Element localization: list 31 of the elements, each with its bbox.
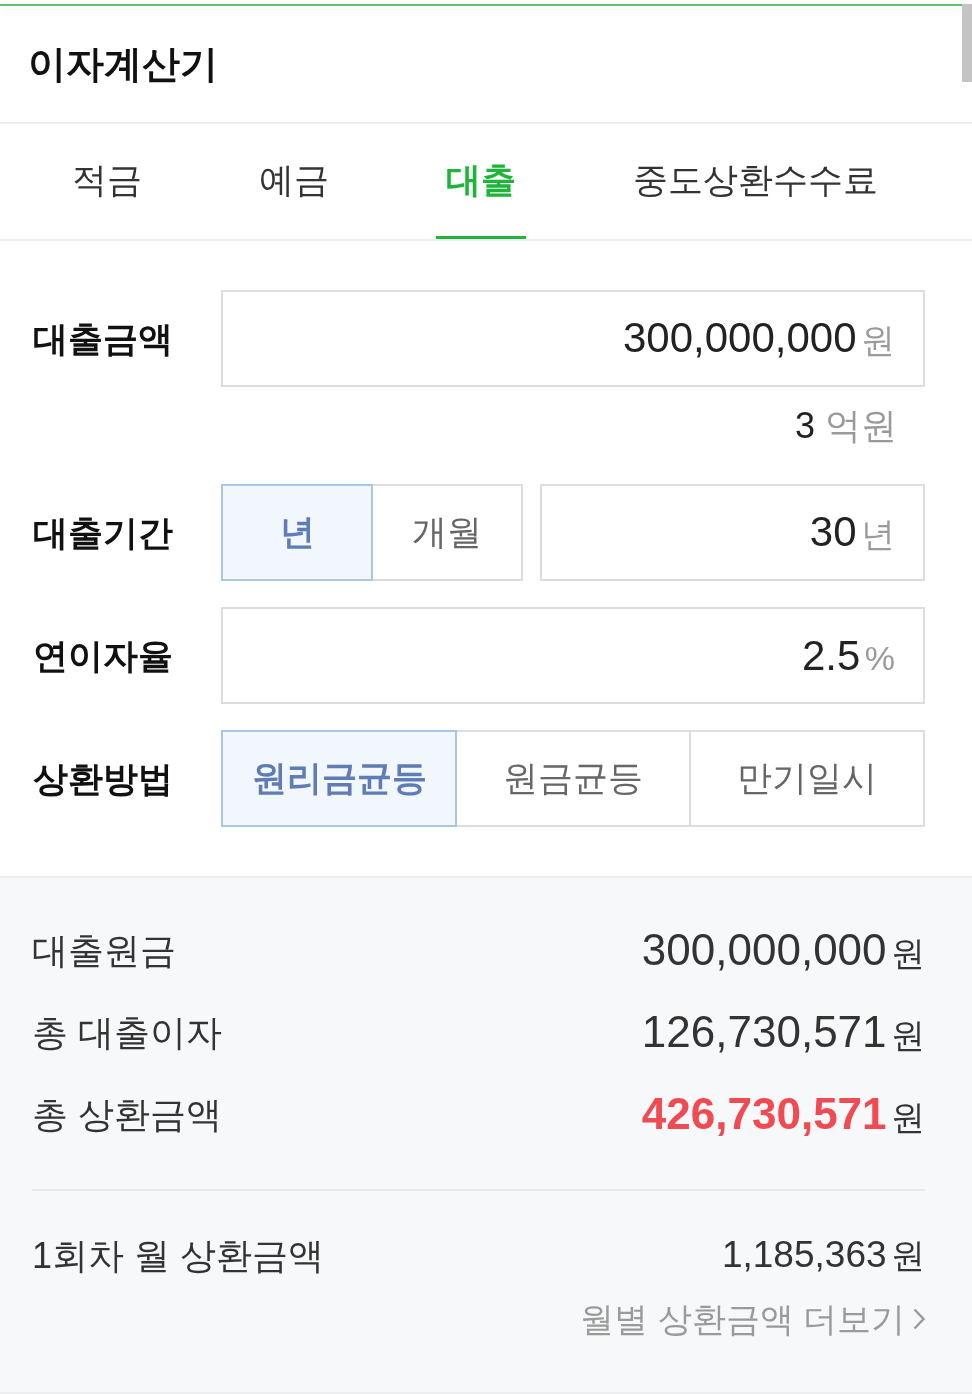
- repayment-method-option[interactable]: 원리금균등: [221, 730, 457, 827]
- field-label: 상환방법: [33, 758, 174, 800]
- result-label: 총 상환금액: [32, 1092, 222, 1137]
- scrollbar-thumb[interactable]: [962, 4, 972, 82]
- currency-unit: 원: [891, 1236, 925, 1274]
- amount-in-words: 3 억원: [794, 405, 897, 447]
- currency-unit: 원: [891, 934, 925, 972]
- result-label: 1회차 월 상환금액: [32, 1233, 325, 1278]
- period-unit-option[interactable]: 년: [221, 484, 373, 581]
- field-label: 연이자율: [33, 635, 174, 677]
- result-amount: 426,730,571: [641, 1089, 887, 1138]
- page-title: 이자계산기: [28, 41, 218, 87]
- currency-unit: 원: [891, 1098, 925, 1136]
- repayment-method-option[interactable]: 만기일시: [689, 730, 925, 827]
- number-field[interactable]: 300,000,000 원: [221, 290, 925, 387]
- result-label: 총 대출이자: [32, 1010, 222, 1055]
- result-label: 대출원금: [32, 928, 176, 973]
- field-label: 대출금액: [33, 318, 174, 360]
- period-unit-option[interactable]: 개월: [371, 484, 523, 581]
- number-field[interactable]: 2.5%: [221, 607, 925, 704]
- tab[interactable]: 예금: [249, 124, 339, 239]
- repayment-method-option[interactable]: 원금균등: [455, 730, 691, 827]
- result-amount: 300,000,000: [641, 925, 887, 974]
- tab[interactable]: 중도상환수수료: [623, 124, 888, 239]
- result-amount: 126,730,571: [641, 1007, 887, 1056]
- number-field[interactable]: 30 년: [540, 484, 925, 581]
- currency-unit: 원: [891, 1016, 925, 1054]
- field-label: 대출기간: [33, 512, 174, 554]
- tab[interactable]: 적금: [62, 124, 152, 239]
- chevron-right-icon: [913, 1308, 925, 1330]
- result-amount: 1,185,363: [721, 1234, 887, 1275]
